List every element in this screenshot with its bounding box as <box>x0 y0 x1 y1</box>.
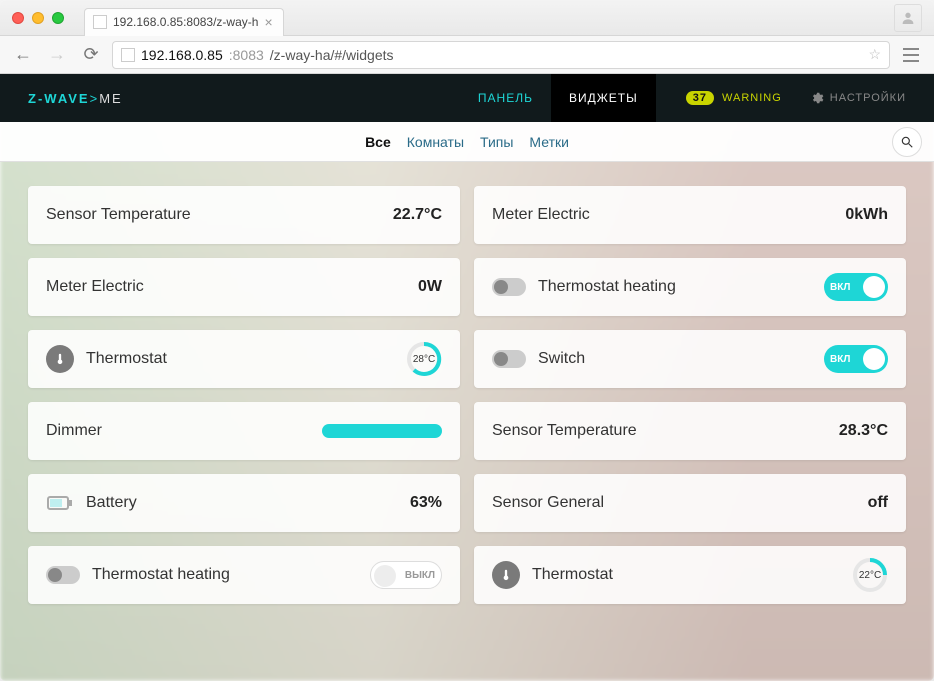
warning-indicator[interactable]: 37 WARNING <box>686 91 782 105</box>
window-close-icon[interactable] <box>12 12 24 24</box>
widget-label: Sensor General <box>492 494 868 512</box>
window-controls <box>12 12 64 24</box>
widget-area: Sensor Temperature 22.7°C Meter Electric… <box>0 162 934 681</box>
widget-dimmer[interactable]: Dimmer <box>28 402 460 460</box>
widget-sensor-temperature-1[interactable]: Sensor Temperature 22.7°C <box>28 186 460 244</box>
warning-count: 37 <box>686 91 714 105</box>
toggle-on-label: ВКЛ <box>830 282 850 293</box>
nav-widgets[interactable]: ВИДЖЕТЫ <box>551 74 656 122</box>
address-bar[interactable]: 192.168.0.85 :8083/z-way-ha/#/widgets ☆ <box>112 41 890 69</box>
widget-battery[interactable]: Battery 63% <box>28 474 460 532</box>
temperature-dial[interactable]: 28°C <box>406 341 442 377</box>
address-host: 192.168.0.85 <box>141 47 223 63</box>
app-viewport: Z-WAVE>ME ПАНЕЛЬ ВИДЖЕТЫ 37 WARNING НАСТ… <box>0 74 934 681</box>
filter-bar: Все Комнаты Типы Метки <box>0 122 934 162</box>
widget-meter-electric-kwh[interactable]: Meter Electric 0kWh <box>474 186 906 244</box>
mode-toggle-icon[interactable] <box>492 350 526 368</box>
widget-thermostat-2[interactable]: Thermostat 22°C <box>474 546 906 604</box>
window-maximize-icon[interactable] <box>52 12 64 24</box>
power-toggle[interactable]: ВКЛ <box>824 345 888 373</box>
widget-grid: Sensor Temperature 22.7°C Meter Electric… <box>28 186 906 604</box>
filter-rooms[interactable]: Комнаты <box>407 134 464 150</box>
main-nav: ПАНЕЛЬ ВИДЖЕТЫ <box>460 74 656 122</box>
temperature-dial[interactable]: 22°C <box>852 557 888 593</box>
widget-thermostat-heating-off[interactable]: Thermostat heating ВЫКЛ <box>28 546 460 604</box>
widget-label: Dimmer <box>46 422 322 440</box>
toggle-on-label: ВКЛ <box>830 354 850 365</box>
search-button[interactable] <box>892 127 922 157</box>
warning-label: WARNING <box>722 92 782 104</box>
widget-label: Thermostat <box>86 350 406 368</box>
widget-value: 63% <box>410 494 442 512</box>
power-toggle[interactable]: ВКЛ <box>824 273 888 301</box>
dimmer-slider[interactable] <box>322 424 442 438</box>
widget-value: 28.3°C <box>839 422 888 440</box>
widget-label: Sensor Temperature <box>46 206 393 224</box>
filter-types[interactable]: Типы <box>480 134 513 150</box>
filter-all[interactable]: Все <box>365 134 391 150</box>
forward-button[interactable]: → <box>44 42 70 68</box>
mode-toggle-icon[interactable] <box>492 278 526 296</box>
widget-value: 22.7°C <box>393 206 442 224</box>
widget-sensor-general[interactable]: Sensor General off <box>474 474 906 532</box>
page-icon <box>121 48 135 62</box>
toggle-knob-icon <box>863 348 885 370</box>
browser-tab[interactable]: 192.168.0.85:8083/z-way-h × <box>84 8 284 36</box>
bookmark-star-icon[interactable]: ☆ <box>868 46 881 63</box>
settings-label: НАСТРОЙКИ <box>830 92 906 104</box>
browser-menu-button[interactable] <box>898 42 924 68</box>
widget-label: Meter Electric <box>46 278 418 296</box>
widget-value: 0kWh <box>845 206 888 224</box>
favicon-icon <box>93 15 107 29</box>
back-button[interactable]: ← <box>10 42 36 68</box>
browser-titlebar: 192.168.0.85:8083/z-way-h × <box>0 0 934 36</box>
widget-label: Sensor Temperature <box>492 422 839 440</box>
thermometer-icon <box>492 561 520 589</box>
widget-meter-electric-w[interactable]: Meter Electric 0W <box>28 258 460 316</box>
logo-suffix: ME <box>99 91 123 106</box>
power-toggle[interactable]: ВЫКЛ <box>370 561 442 589</box>
logo-brand: Z-WAVE <box>28 91 90 106</box>
widget-switch[interactable]: Switch ВКЛ <box>474 330 906 388</box>
toggle-knob-icon <box>374 565 396 587</box>
widget-label: Thermostat <box>532 566 852 584</box>
widget-thermostat-1[interactable]: Thermostat 28°C <box>28 330 460 388</box>
widget-label: Thermostat heating <box>92 566 370 584</box>
window-minimize-icon[interactable] <box>32 12 44 24</box>
toggle-knob-icon <box>863 276 885 298</box>
battery-icon <box>46 489 74 517</box>
settings-link[interactable]: НАСТРОЙКИ <box>810 91 906 105</box>
browser-window: 192.168.0.85:8083/z-way-h × ← → ⟳ 192.16… <box>0 0 934 681</box>
filter-tags[interactable]: Метки <box>529 134 569 150</box>
address-port: :8083 <box>229 47 264 63</box>
mode-toggle-icon[interactable] <box>46 566 80 584</box>
widget-label: Switch <box>538 350 824 368</box>
app-logo[interactable]: Z-WAVE>ME <box>28 91 123 106</box>
widget-thermostat-heating-on[interactable]: Thermostat heating ВКЛ <box>474 258 906 316</box>
widget-label: Thermostat heating <box>538 278 824 296</box>
toggle-off-label: ВЫКЛ <box>405 570 435 581</box>
browser-profile-button[interactable] <box>894 4 922 32</box>
nav-panel[interactable]: ПАНЕЛЬ <box>460 74 551 122</box>
reload-button[interactable]: ⟳ <box>78 42 104 68</box>
widget-sensor-temperature-2[interactable]: Sensor Temperature 28.3°C <box>474 402 906 460</box>
tab-close-icon[interactable]: × <box>264 15 272 29</box>
gear-icon <box>810 91 824 105</box>
search-icon <box>900 135 914 149</box>
thermometer-icon <box>46 345 74 373</box>
tab-title: 192.168.0.85:8083/z-way-h <box>113 15 258 29</box>
widget-label: Battery <box>86 494 410 512</box>
widget-value: 0W <box>418 278 442 296</box>
app-header: Z-WAVE>ME ПАНЕЛЬ ВИДЖЕТЫ 37 WARNING НАСТ… <box>0 74 934 122</box>
address-path: /z-way-ha/#/widgets <box>270 47 394 63</box>
browser-toolbar: ← → ⟳ 192.168.0.85 :8083/z-way-ha/#/widge… <box>0 36 934 74</box>
widget-value: off <box>868 494 888 512</box>
widget-label: Meter Electric <box>492 206 845 224</box>
